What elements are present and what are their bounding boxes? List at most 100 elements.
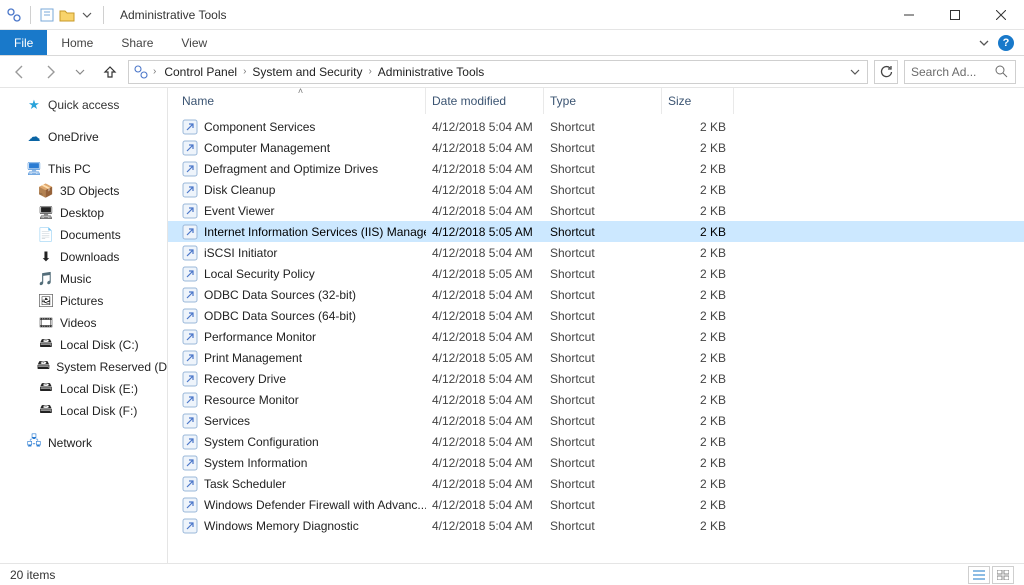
shortcut-icon [182, 434, 198, 450]
back-button[interactable] [8, 60, 32, 84]
cell-size: 2 KB [662, 351, 734, 365]
cell-date: 4/12/2018 5:05 AM [426, 267, 544, 281]
table-row[interactable]: Performance Monitor4/12/2018 5:04 AMShor… [168, 326, 1024, 347]
column-header-name[interactable]: ˄ Name [176, 88, 426, 114]
tab-label: Home [61, 36, 93, 50]
breadcrumb[interactable]: System and Security [248, 65, 366, 79]
cell-name: Event Viewer [176, 203, 426, 219]
table-row[interactable]: ODBC Data Sources (32-bit)4/12/2018 5:04… [168, 284, 1024, 305]
cell-size: 2 KB [662, 435, 734, 449]
table-row[interactable]: System Information4/12/2018 5:04 AMShort… [168, 452, 1024, 473]
sidebar-item-this-pc[interactable]: 🖥 This PC [0, 158, 167, 180]
icons-view-button[interactable] [992, 566, 1014, 584]
sidebar-item[interactable]: 📦3D Objects [0, 180, 167, 202]
tab-home[interactable]: Home [47, 30, 107, 55]
cell-type: Shortcut [544, 351, 662, 365]
table-row[interactable]: Disk Cleanup4/12/2018 5:04 AMShortcut2 K… [168, 179, 1024, 200]
sidebar-item[interactable]: 🖼Pictures [0, 290, 167, 312]
history-dropdown-icon[interactable] [68, 60, 92, 84]
tab-share[interactable]: Share [107, 30, 167, 55]
table-row[interactable]: Recovery Drive4/12/2018 5:04 AMShortcut2… [168, 368, 1024, 389]
table-row[interactable]: Computer Management4/12/2018 5:04 AMShor… [168, 137, 1024, 158]
table-row[interactable]: Local Security Policy4/12/2018 5:05 AMSh… [168, 263, 1024, 284]
tab-view[interactable]: View [167, 30, 221, 55]
sidebar-item-network[interactable]: 🖧 Network [0, 432, 167, 454]
window-controls [886, 0, 1024, 30]
sidebar-item[interactable]: ⬇Downloads [0, 246, 167, 268]
table-row[interactable]: Task Scheduler4/12/2018 5:04 AMShortcut2… [168, 473, 1024, 494]
cell-date: 4/12/2018 5:04 AM [426, 204, 544, 218]
refresh-button[interactable] [874, 60, 898, 84]
close-button[interactable] [978, 0, 1024, 30]
breadcrumb[interactable]: Control Panel [160, 65, 241, 79]
sidebar-item-quick-access[interactable]: ★ Quick access [0, 94, 167, 116]
up-button[interactable] [98, 60, 122, 84]
file-name: Print Management [204, 351, 302, 365]
network-icon: 🖧 [26, 435, 42, 451]
search-input[interactable]: Search Ad... [904, 60, 1016, 84]
sidebar-item-label: Local Disk (F:) [60, 404, 137, 418]
cell-name: ODBC Data Sources (32-bit) [176, 287, 426, 303]
sidebar-item[interactable]: 🎵Music [0, 268, 167, 290]
shortcut-icon [182, 518, 198, 534]
item-icon: 🖴 [38, 337, 54, 353]
sidebar-item-label: OneDrive [48, 130, 99, 144]
table-row[interactable]: Resource Monitor4/12/2018 5:04 AMShortcu… [168, 389, 1024, 410]
sidebar-item-label: Desktop [60, 206, 104, 220]
sidebar-item[interactable]: 🎞Videos [0, 312, 167, 334]
view-mode-buttons [968, 566, 1014, 584]
table-row[interactable]: Windows Defender Firewall with Advanc...… [168, 494, 1024, 515]
column-header-type[interactable]: Type [544, 88, 662, 114]
forward-button[interactable] [38, 60, 62, 84]
table-row[interactable]: Services4/12/2018 5:04 AMShortcut2 KB [168, 410, 1024, 431]
chevron-right-icon[interactable]: › [366, 66, 373, 77]
newfolder-icon[interactable] [59, 7, 75, 23]
item-icon: ⬇ [38, 249, 54, 265]
table-row[interactable]: Print Management4/12/2018 5:05 AMShortcu… [168, 347, 1024, 368]
column-header-date[interactable]: Date modified [426, 88, 544, 114]
maximize-button[interactable] [932, 0, 978, 30]
quickaccess-icon: ★ [26, 97, 42, 113]
column-label: Size [668, 94, 691, 108]
details-view-button[interactable] [968, 566, 990, 584]
sidebar-item[interactable]: 📄Documents [0, 224, 167, 246]
table-row[interactable]: iSCSI Initiator4/12/2018 5:04 AMShortcut… [168, 242, 1024, 263]
properties-icon[interactable] [39, 7, 55, 23]
shortcut-icon [182, 161, 198, 177]
table-row[interactable]: Defragment and Optimize Drives4/12/2018 … [168, 158, 1024, 179]
shortcut-icon [182, 413, 198, 429]
table-row[interactable]: Internet Information Services (IIS) Mana… [168, 221, 1024, 242]
cell-size: 2 KB [662, 456, 734, 470]
sidebar-item[interactable]: 🖴Local Disk (E:) [0, 378, 167, 400]
cell-size: 2 KB [662, 498, 734, 512]
tab-file[interactable]: File [0, 30, 47, 55]
sidebar-item[interactable]: 🖥Desktop [0, 202, 167, 224]
help-button[interactable]: ? [998, 35, 1014, 51]
address-dropdown-icon[interactable] [847, 64, 863, 80]
table-row[interactable]: System Configuration4/12/2018 5:04 AMSho… [168, 431, 1024, 452]
cell-date: 4/12/2018 5:04 AM [426, 393, 544, 407]
chevron-right-icon[interactable]: › [151, 66, 158, 77]
cell-name: Recovery Drive [176, 371, 426, 387]
address-bar[interactable]: › Control Panel›System and Security›Admi… [128, 60, 868, 84]
table-row[interactable]: Event Viewer4/12/2018 5:04 AMShortcut2 K… [168, 200, 1024, 221]
sidebar-item[interactable]: 🖴Local Disk (C:) [0, 334, 167, 356]
table-row[interactable]: ODBC Data Sources (64-bit)4/12/2018 5:04… [168, 305, 1024, 326]
shortcut-icon [182, 497, 198, 513]
sidebar-item-onedrive[interactable]: ☁ OneDrive [0, 126, 167, 148]
table-row[interactable]: Windows Memory Diagnostic4/12/2018 5:04 … [168, 515, 1024, 536]
minimize-button[interactable] [886, 0, 932, 30]
navigation-pane[interactable]: ★ Quick access ☁ OneDrive 🖥 This PC 📦3D … [0, 88, 168, 563]
sidebar-item[interactable]: 🖴Local Disk (F:) [0, 400, 167, 422]
chevron-right-icon[interactable]: › [241, 66, 248, 77]
qat-dropdown-icon[interactable] [79, 7, 95, 23]
table-row[interactable]: Component Services4/12/2018 5:04 AMShort… [168, 116, 1024, 137]
file-rows[interactable]: Component Services4/12/2018 5:04 AMShort… [168, 114, 1024, 563]
cell-size: 2 KB [662, 477, 734, 491]
breadcrumb[interactable]: Administrative Tools [374, 65, 489, 79]
shortcut-icon [182, 392, 198, 408]
sidebar-item[interactable]: 🖴System Reserved (D [0, 356, 167, 378]
column-header-size[interactable]: Size [662, 88, 734, 114]
cell-size: 2 KB [662, 141, 734, 155]
ribbon-collapse-icon[interactable] [978, 37, 990, 49]
